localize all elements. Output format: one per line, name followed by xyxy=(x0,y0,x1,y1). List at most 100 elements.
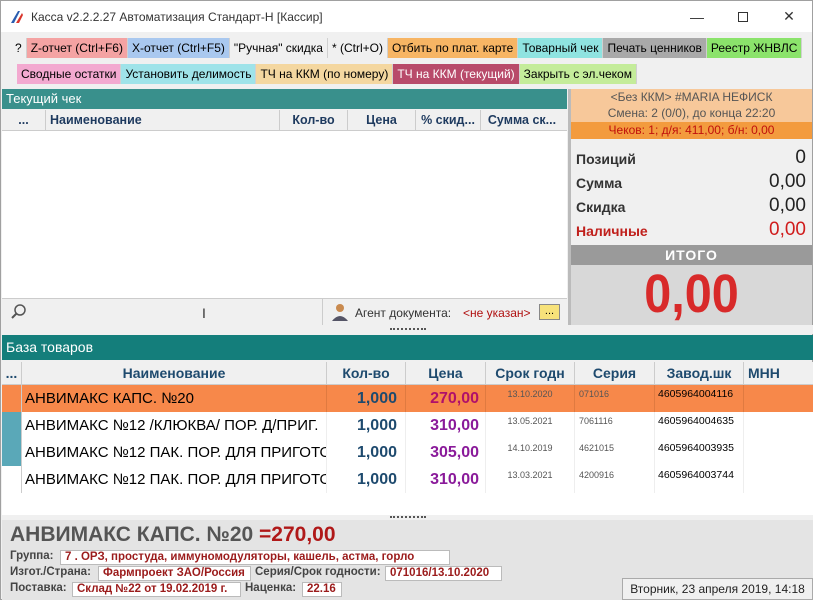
product-barcode: 4605964004116 xyxy=(655,385,744,412)
toolbar2-button-4[interactable]: Закрыть с эл.чеком xyxy=(519,64,637,84)
row-indicator xyxy=(2,385,22,412)
toolbar2-button-0[interactable]: Сводные остатки xyxy=(17,64,122,84)
agent-value: <не указан> xyxy=(463,306,531,320)
search-icon[interactable] xyxy=(10,303,28,321)
sum-value: 0,00 xyxy=(769,171,806,192)
toolbar1-button-4[interactable]: * (Ctrl+O) xyxy=(327,38,388,58)
toolbar1-button-0[interactable]: ? xyxy=(11,38,27,58)
product-row[interactable]: АНВИМАКС №12 /КЛЮКВА/ ПОР. Д/ПРИГ. 1,000 3… xyxy=(2,412,813,439)
toolbar-row-2: Сводные остатки Установить делимость ТЧ на… xyxy=(17,64,637,84)
positions-value: 0 xyxy=(795,147,806,168)
total-label: ИТОГО xyxy=(571,245,812,265)
product-price: 310,00 xyxy=(406,466,486,493)
current-check-grid[interactable] xyxy=(2,131,567,299)
product-exp: 13.10.2020 xyxy=(486,385,575,412)
product-mnn xyxy=(744,466,813,493)
product-row[interactable]: АНВИМАКС КАПС. №20 1,000 270,00 13.10.2020 0… xyxy=(2,385,813,412)
toolbar1-button-7[interactable]: Печать ценников xyxy=(603,38,707,58)
agent-label: Агент документа: xyxy=(355,306,452,320)
toolbar2-button-3[interactable]: ТЧ на ККМ (текущий) xyxy=(393,64,520,84)
maker-value: Фармпроект ЗАО/Россия xyxy=(98,566,251,581)
product-price: 305,00 xyxy=(406,439,486,466)
maker-label: Изгот./Страна: xyxy=(10,566,91,578)
toolbar1-button-1[interactable]: Z-отчет (Ctrl+F6) xyxy=(26,38,128,58)
discount-label: Скидка xyxy=(576,199,626,215)
product-series: 071016 xyxy=(575,385,655,412)
col-name[interactable]: Наименование xyxy=(46,110,280,130)
products-title: База товаров xyxy=(6,339,94,355)
col-price[interactable]: Цена xyxy=(348,110,416,130)
minimize-button[interactable]: — xyxy=(674,1,720,32)
product-name: АНВИМАКС №12 ПАК. ПОР. ДЛЯ ПРИГОТОВ xyxy=(22,439,327,466)
row-indicator xyxy=(2,439,22,466)
pcol-menu[interactable]: ... xyxy=(2,362,22,384)
product-mnn xyxy=(744,385,813,412)
series-label: Серия/Срок годности: xyxy=(255,566,381,578)
pcol-qty[interactable]: Кол-во xyxy=(327,362,406,384)
toolbar1-button-3[interactable]: "Ручная" скидка xyxy=(229,38,328,58)
product-series: 7061116 xyxy=(575,412,655,439)
pcol-mnn[interactable]: МНН xyxy=(744,362,813,384)
discount-value: 0,00 xyxy=(769,195,806,216)
current-check-title: Текущий чек xyxy=(6,91,82,106)
pcol-price[interactable]: Цена xyxy=(406,362,486,384)
col-menu[interactable]: ... xyxy=(2,110,46,130)
supply-label: Поставка: xyxy=(10,582,67,594)
toolbar1-button-8[interactable]: Реестр ЖНВЛС xyxy=(706,38,803,58)
toolbar1-button-2[interactable]: X-отчет (Ctrl+F5) xyxy=(127,38,230,58)
agent-select-button[interactable]: ... xyxy=(539,304,560,320)
products-columns: ... Наименование Кол-во Цена Срок годн С… xyxy=(2,362,813,385)
product-series: 4621015 xyxy=(575,439,655,466)
status-datetime: Вторник, 23 апреля 2019, 14:18 xyxy=(622,578,813,600)
product-name: АНВИМАКС КАПС. №20 xyxy=(22,385,327,412)
total-value: 0,00 xyxy=(644,264,739,324)
maximize-icon xyxy=(738,11,748,22)
product-price: 270,00 xyxy=(406,385,486,412)
toolbar1-button-6[interactable]: Товарный чек xyxy=(518,38,604,58)
pcol-name[interactable]: Наименование xyxy=(22,362,327,384)
product-qty: 1,000 xyxy=(327,439,406,466)
product-name: АНВИМАКС №12 /КЛЮКВА/ ПОР. Д/ПРИГ. xyxy=(22,412,327,439)
horizontal-splitter[interactable] xyxy=(2,325,813,334)
app-logo-icon xyxy=(11,10,23,23)
close-icon: ✕ xyxy=(783,8,795,24)
window-title: Касса v2.2.2.27 Автоматизация Стандарт-Н… xyxy=(31,9,323,24)
pcol-expiry[interactable]: Срок годн xyxy=(486,362,575,384)
toolbar2-button-1[interactable]: Установить делимость xyxy=(121,64,257,84)
product-mnn xyxy=(744,412,813,439)
group-value: 7 . ОРЗ, простуда, иммуномодуляторы, каш… xyxy=(60,550,450,565)
maximize-button[interactable] xyxy=(720,1,766,32)
product-barcode: 4605964003935 xyxy=(655,439,744,466)
toolbar-row-1: ? Z-отчет (Ctrl+F6) X-отчет (Ctrl+F5) "Ручн… xyxy=(11,38,803,58)
details-name: АНВИМАКС КАПС. №20 xyxy=(10,523,254,546)
product-row[interactable]: АНВИМАКС №12 ПАК. ПОР. ДЛЯ ПРИГОТОВ 1,000… xyxy=(2,466,813,493)
kkm-info: <Без ККМ> #MARIA НЕФИСК Смена: 2 (0/0), … xyxy=(571,89,812,139)
toolbar1-button-5[interactable]: Отбить по плат. карте xyxy=(387,38,519,58)
close-button[interactable]: ✕ xyxy=(766,1,812,32)
agent-user-icon xyxy=(332,304,348,321)
col-discount-sum[interactable]: Сумма ск... xyxy=(481,110,563,130)
product-barcode: 4605964004635 xyxy=(655,412,744,439)
positions-label: Позиций xyxy=(576,151,636,167)
products-grid[interactable]: АНВИМАКС КАПС. №20 1,000 270,00 13.10.2020 0… xyxy=(2,385,813,515)
product-qty: 1,000 xyxy=(327,385,406,412)
product-exp: 13.03.2021 xyxy=(486,466,575,493)
cash-label: Наличные xyxy=(576,223,648,239)
text-cursor-icon: I xyxy=(202,305,206,321)
main-window: Касса v2.2.2.27 Автоматизация Стандарт-Н… xyxy=(0,0,813,600)
product-series: 4200916 xyxy=(575,466,655,493)
check-footer: I Агент документа: <не указан> ... xyxy=(2,299,567,325)
current-check-columns: ... Наименование Кол-во Цена % скид... С… xyxy=(2,110,567,131)
toolbar2-button-2[interactable]: ТЧ на ККМ (по номеру) xyxy=(256,64,394,84)
col-qty[interactable]: Кол-во xyxy=(280,110,348,130)
markup-label: Наценка: xyxy=(245,582,297,594)
product-row[interactable]: АНВИМАКС №12 ПАК. ПОР. ДЛЯ ПРИГОТОВ 1,000… xyxy=(2,439,813,466)
product-qty: 1,000 xyxy=(327,466,406,493)
kkm-line-1: <Без ККМ> #MARIA НЕФИСК xyxy=(610,90,773,104)
pcol-series[interactable]: Серия xyxy=(575,362,655,384)
current-check-header: Текущий чек xyxy=(2,89,567,109)
pcol-barcode[interactable]: Завод.шк xyxy=(655,362,744,384)
products-header: База товаров xyxy=(2,335,813,360)
col-discount-pct[interactable]: % скид... xyxy=(416,110,481,130)
markup-value: 22.16 xyxy=(302,582,342,597)
